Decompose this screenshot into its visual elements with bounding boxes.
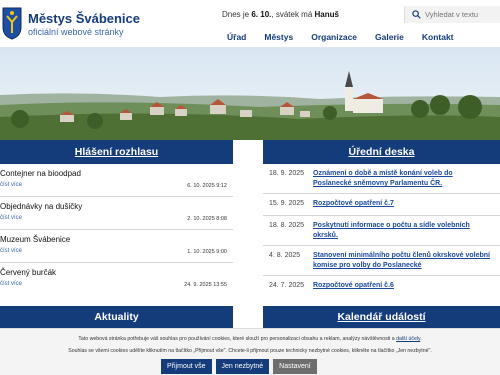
list-item-title[interactable]: Rozpočtové opatření č.7	[313, 199, 493, 209]
coat-of-arms-logo[interactable]	[2, 7, 22, 40]
accept-all-button[interactable]: Přijmout vše	[161, 359, 212, 374]
cookie-more-purposes-link[interactable]: další účely	[396, 336, 420, 342]
list-item[interactable]: Objednávky na dušičky číst více 2. 10. 2…	[0, 197, 233, 230]
list-item[interactable]: 18. 8. 2025 Poskytnutí informace o počtu…	[263, 216, 500, 246]
list-item[interactable]: 4. 8. 2025 Stanovení minimálního počtu č…	[263, 246, 500, 276]
site-title[interactable]: Městys Švábenice	[28, 11, 140, 26]
list-item-date: 18. 9. 2025	[269, 170, 305, 177]
official-board-heading[interactable]: Úřední deska	[263, 140, 500, 164]
main-nav: Úřad Městys Organizace Galerie Kontakt	[215, 28, 463, 46]
list-item-date: 24. 7. 2025	[269, 282, 305, 289]
list-item-date: 24. 9. 2025 13:55	[184, 282, 227, 288]
cookie-consent-bar: Tato webová stránka potřebuje váš souhla…	[0, 328, 500, 375]
announcements-panel: Hlášení rozhlasu Contejner na bioodpad č…	[0, 140, 233, 330]
list-item-title[interactable]: Poskytnutí informace o počtu a sídle vol…	[313, 221, 493, 241]
list-item-title[interactable]: Oznámení o době a místě konání voleb do …	[313, 169, 493, 189]
search-icon[interactable]	[412, 10, 421, 19]
list-item[interactable]: 18. 9. 2025 Oznámení o době a místě koná…	[263, 164, 500, 194]
list-item[interactable]: Červený burčák číst více 24. 9. 2025 13:…	[0, 263, 233, 296]
read-more-link[interactable]: číst více	[0, 281, 22, 287]
search-box[interactable]	[404, 6, 500, 23]
events-calendar-heading[interactable]: Kalendář událostí	[263, 306, 500, 328]
nav-item-mestys[interactable]: Městys	[255, 28, 302, 46]
nameday-name: Hanuš	[314, 10, 339, 19]
nav-item-kontakt[interactable]: Kontakt	[413, 28, 463, 46]
cookie-buttons: Přijmout vše Jen nezbytné Nastavení	[161, 359, 317, 374]
list-item[interactable]: 24. 7. 2025 Rozpočtové opatření č.6	[263, 276, 500, 298]
list-item[interactable]: 15. 9. 2025 Rozpočtové opatření č.7	[263, 194, 500, 216]
list-item-title[interactable]: Červený burčák	[0, 268, 56, 277]
list-item[interactable]: Muzeum Švábenice číst více 1. 10. 2025 9…	[0, 230, 233, 263]
list-item[interactable]: Contejner na bioodpad číst více 6. 10. 2…	[0, 164, 233, 197]
list-item-date: 18. 8. 2025	[269, 222, 305, 229]
read-more-link[interactable]: číst více	[0, 182, 22, 188]
site-subtitle: oficiální webové stránky	[28, 27, 124, 37]
nav-item-organizace[interactable]: Organizace	[302, 28, 366, 46]
cookie-text-line-1: Tato webová stránka potřebuje váš souhla…	[0, 336, 500, 342]
list-item-title[interactable]: Stanovení minimálního počtu členů okrsko…	[313, 251, 493, 271]
search-input[interactable]	[425, 7, 499, 22]
list-item-date: 4. 8. 2025	[269, 252, 301, 259]
list-item-title[interactable]: Contejner na bioodpad	[0, 169, 81, 178]
list-item-date: 15. 9. 2025	[269, 200, 305, 207]
cookie-text-1b: .	[420, 336, 422, 342]
panorama-illustration	[0, 47, 500, 140]
date-prefix: Dnes je	[222, 10, 252, 19]
list-item-date: 2. 10. 2025 8:08	[187, 216, 227, 222]
current-date: 6. 10.	[251, 10, 272, 19]
cookie-settings-button[interactable]: Nastavení	[273, 359, 317, 374]
read-more-link[interactable]: číst více	[0, 248, 22, 254]
site-header: Městys Švábenice oficiální webové stránk…	[0, 0, 500, 47]
list-item-title[interactable]: Objednávky na dušičky	[0, 202, 82, 211]
official-board-panel: Úřední deska 18. 9. 2025 Oznámení o době…	[263, 140, 500, 330]
necessary-only-button[interactable]: Jen nezbytné	[215, 359, 270, 374]
announcements-heading[interactable]: Hlášení rozhlasu	[0, 140, 233, 164]
read-more-link[interactable]: číst více	[0, 215, 22, 221]
list-item-date: 1. 10. 2025 9:00	[187, 249, 227, 255]
nav-item-urad[interactable]: Úřad	[215, 28, 255, 46]
cookie-text-1a: Tato webová stránka potřebuje váš souhla…	[78, 336, 397, 342]
list-item-title[interactable]: Rozpočtové opatření č.6	[313, 281, 493, 291]
news-heading[interactable]: Aktuality	[0, 306, 233, 328]
nameday-prefix: , svátek má	[271, 10, 315, 19]
list-item-title[interactable]: Muzeum Švábenice	[0, 235, 70, 244]
list-item-date: 6. 10. 2025 9:12	[187, 183, 227, 189]
date-nameday-line: Dnes je 6. 10., svátek má Hanuš	[222, 10, 339, 19]
hero-panorama-photo	[0, 47, 500, 140]
nav-item-galerie[interactable]: Galerie	[366, 28, 413, 46]
cookie-text-line-2: Souhlas se všemi cookies udělíte kliknut…	[68, 348, 432, 354]
